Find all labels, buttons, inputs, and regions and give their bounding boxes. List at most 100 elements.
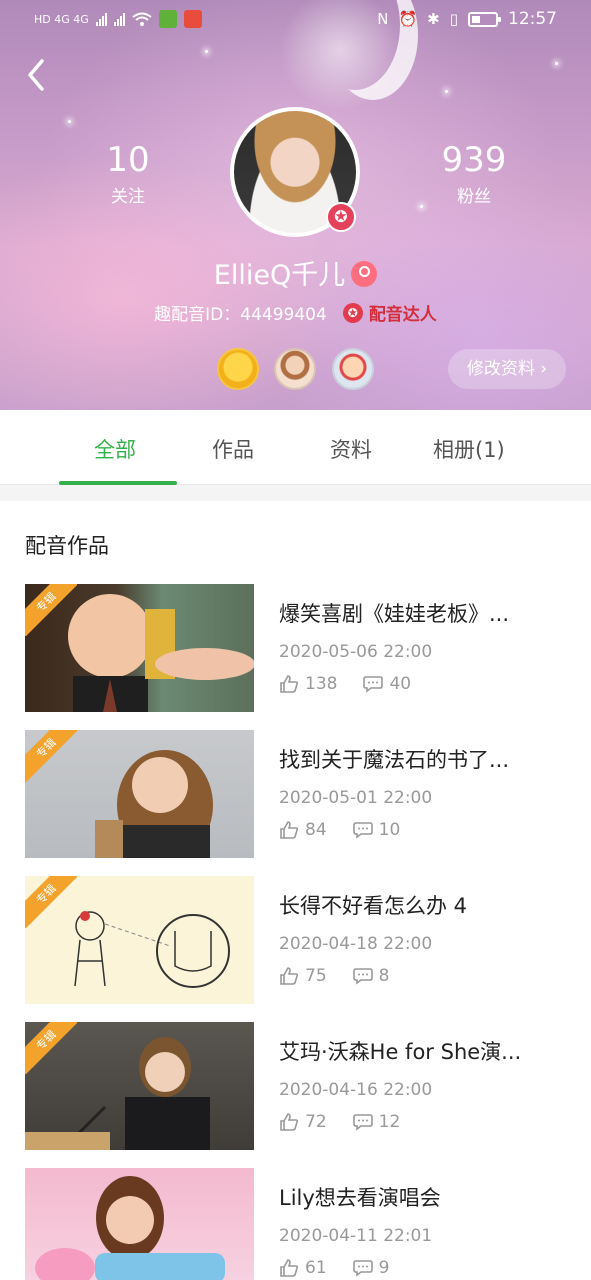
- battery-icon: [468, 11, 501, 27]
- work-meta: 75 8: [279, 966, 565, 986]
- vibrate-icon: ▯: [449, 10, 458, 28]
- work-title: 艾玛·沃森He for She演...: [279, 1040, 522, 1064]
- fans-stat[interactable]: 939 粉丝: [414, 140, 534, 207]
- fans-label: 粉丝: [457, 187, 491, 207]
- chevron-right-icon: ›: [540, 359, 548, 379]
- section-title: 配音作品: [25, 534, 109, 558]
- fans-count: 939: [441, 140, 507, 180]
- work-info: 爆笑喜剧《娃娃老板》... 2020-05-06 22:00 138 40: [279, 598, 565, 694]
- album-ribbon: 专辑: [25, 730, 77, 782]
- bluetooth-icon: ✱: [427, 10, 440, 28]
- star-decoration: [445, 90, 448, 93]
- like-count: 84: [305, 820, 327, 840]
- verified-label: 配音达人: [368, 305, 437, 325]
- thumbs-up-icon: [280, 1113, 299, 1131]
- following-stat[interactable]: 10 关注: [68, 140, 188, 207]
- work-meta: 61 9: [279, 1258, 565, 1278]
- work-thumbnail: [25, 1168, 254, 1280]
- work-item[interactable]: 专辑 爆笑喜剧《娃娃老板》... 2020-05-06 22:00 138 40: [25, 584, 565, 712]
- work-info: Lily想去看演唱会 2020-04-11 22:01 61 9: [279, 1182, 565, 1278]
- wifi-icon: [132, 12, 152, 26]
- like-count: 138: [305, 674, 338, 694]
- id-label: 趣配音ID：: [154, 305, 241, 325]
- work-item[interactable]: 专辑 长得不好看怎么办 4 2020-04-18 22:00 75 8: [25, 876, 565, 1004]
- work-title: 找到关于魔法石的书了...: [279, 748, 510, 772]
- comment-count: 12: [378, 1112, 401, 1132]
- work-date: 2020-05-01 22:00: [279, 788, 433, 808]
- back-arrow-icon[interactable]: [22, 55, 52, 95]
- thumbnail-illustration: [35, 1176, 225, 1280]
- album-ribbon: 专辑: [25, 1022, 77, 1074]
- tab-info[interactable]: 资料: [330, 434, 372, 464]
- status-right: N ⏰ ✱ ▯ 12:57: [377, 9, 557, 29]
- work-date: 2020-04-11 22:01: [279, 1226, 433, 1246]
- work-info: 艾玛·沃森He for She演... 2020-04-16 22:00 72 …: [279, 1036, 565, 1132]
- comment-count: 10: [378, 820, 401, 840]
- work-thumbnail: 专辑: [25, 1022, 254, 1150]
- like-count: 72: [305, 1112, 327, 1132]
- work-date: 2020-05-06 22:00: [279, 642, 433, 662]
- following-label: 关注: [111, 187, 145, 207]
- medal-badge-icon[interactable]: [217, 348, 259, 390]
- work-date: 2020-04-16 22:00: [279, 1080, 433, 1100]
- work-title: 长得不好看怎么办 4: [279, 894, 468, 918]
- alarm-icon: ⏰: [398, 10, 418, 28]
- comment-icon: [352, 1260, 373, 1277]
- work-item[interactable]: 专辑 找到关于魔法石的书了... 2020-05-01 22:00 84 10: [25, 730, 565, 858]
- profile-header: HD 4G 4G N ⏰ ✱ ▯ 12:57 10 关注 939 粉丝 ✪ El…: [0, 0, 591, 410]
- thumbs-up-icon: [280, 1259, 299, 1277]
- username: EllieQ千儿: [213, 260, 346, 291]
- comment-icon: [363, 676, 384, 693]
- comment-icon: [352, 822, 373, 839]
- comment-icon: [352, 1114, 373, 1131]
- tab-bar: 全部 作品 资料 相册(1): [0, 410, 591, 485]
- comment-icon: [352, 968, 373, 985]
- divider: [0, 485, 591, 501]
- medal-badge-icon[interactable]: [332, 348, 374, 390]
- id-row: 趣配音ID：44499404 ✪ 配音达人: [0, 300, 591, 325]
- thumbs-up-icon: [280, 675, 299, 693]
- thumbs-up-icon: [280, 967, 299, 985]
- work-title: Lily想去看演唱会: [279, 1186, 441, 1210]
- verified-star-icon: ✪: [342, 303, 363, 323]
- tab-works[interactable]: 作品: [212, 434, 254, 464]
- thumbs-up-icon: [280, 821, 299, 839]
- work-info: 找到关于魔法石的书了... 2020-05-01 22:00 84 10: [279, 744, 565, 840]
- work-item[interactable]: Lily想去看演唱会 2020-04-11 22:01 61 9: [25, 1168, 565, 1280]
- work-date: 2020-04-18 22:00: [279, 934, 433, 954]
- star-decoration: [205, 50, 208, 53]
- star-decoration: [68, 120, 71, 123]
- tab-album[interactable]: 相册(1): [433, 434, 505, 464]
- following-count: 10: [106, 140, 150, 180]
- tab-all[interactable]: 全部: [94, 434, 136, 464]
- work-item[interactable]: 专辑 艾玛·沃森He for She演... 2020-04-16 22:00 …: [25, 1022, 565, 1150]
- id-value: 44499404: [240, 305, 327, 325]
- status-bar: HD 4G 4G N ⏰ ✱ ▯ 12:57: [0, 0, 591, 40]
- app-notification-icon: [158, 10, 177, 28]
- edit-profile-button[interactable]: 修改资料 ›: [448, 349, 566, 389]
- star-badge-icon: ✪: [326, 202, 356, 232]
- comment-count: 8: [378, 966, 390, 986]
- work-thumbnail: 专辑: [25, 584, 254, 712]
- app-notification-icon: [183, 10, 202, 28]
- like-count: 75: [305, 966, 327, 986]
- star-decoration: [555, 62, 558, 65]
- album-ribbon: 专辑: [25, 584, 77, 636]
- comment-count: 9: [378, 1258, 390, 1278]
- album-ribbon: 专辑: [25, 876, 77, 928]
- work-meta: 72 12: [279, 1112, 565, 1132]
- network-indicators: HD 4G 4G: [34, 12, 89, 26]
- work-thumbnail: 专辑: [25, 876, 254, 1004]
- username-row: EllieQ千儿: [0, 253, 591, 292]
- work-thumbnail: 专辑: [25, 730, 254, 858]
- medal-badge-icon[interactable]: [274, 348, 316, 390]
- clock: 12:57: [508, 9, 557, 29]
- work-info: 长得不好看怎么办 4 2020-04-18 22:00 75 8: [279, 890, 565, 986]
- nfc-icon: N: [377, 10, 389, 28]
- work-meta: 138 40: [279, 674, 565, 694]
- work-title: 爆笑喜剧《娃娃老板》...: [279, 602, 510, 626]
- female-gender-icon: [351, 260, 378, 287]
- like-count: 61: [305, 1258, 327, 1278]
- edit-profile-label: 修改资料: [466, 359, 535, 379]
- comment-count: 40: [389, 674, 412, 694]
